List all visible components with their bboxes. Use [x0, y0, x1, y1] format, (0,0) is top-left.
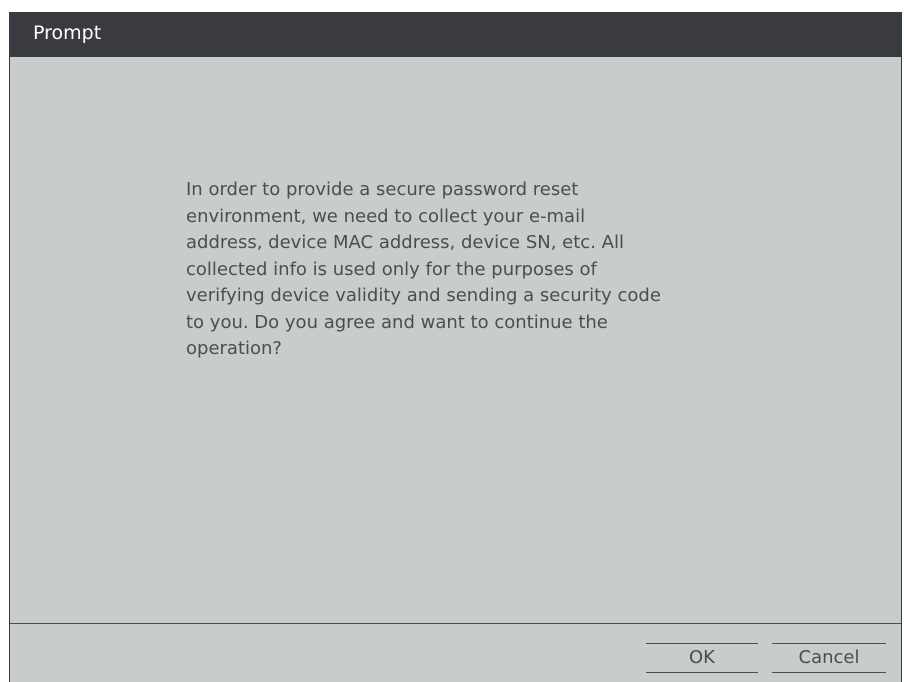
ok-button[interactable]: OK	[646, 643, 758, 673]
prompt-dialog: Prompt In order to provide a secure pass…	[9, 12, 902, 682]
footer-divider	[10, 623, 901, 624]
dialog-titlebar[interactable]: Prompt	[10, 12, 901, 57]
dialog-message: In order to provide a secure password re…	[186, 179, 661, 359]
dialog-title: Prompt	[33, 22, 102, 44]
cancel-button[interactable]: Cancel	[772, 643, 886, 673]
